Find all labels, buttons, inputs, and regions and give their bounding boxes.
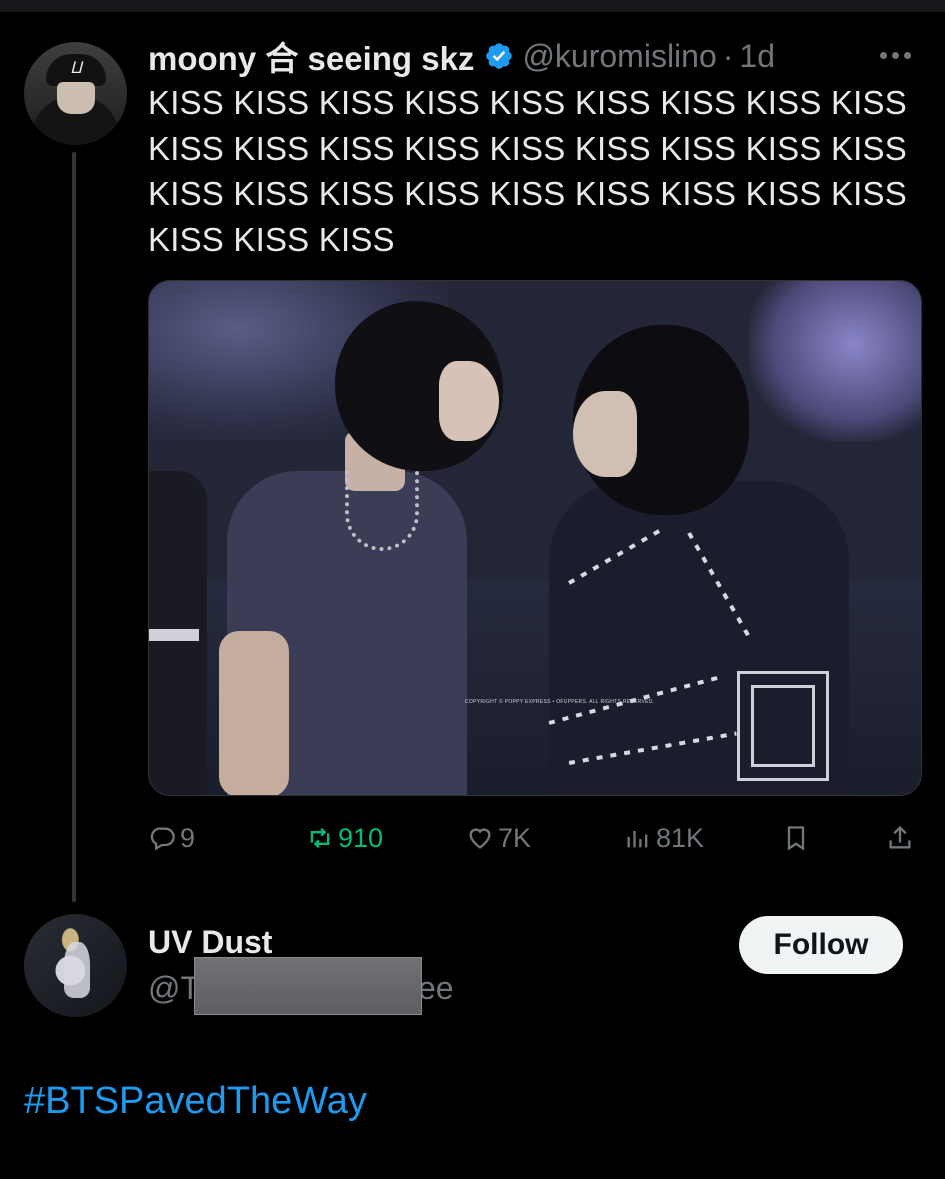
jacket-stripe	[149, 629, 199, 641]
tweet-actions-bar: 9 910 7K 81K	[148, 818, 928, 858]
reply-count: 9	[180, 822, 196, 853]
media-watermark: COPYRIGHT © POPPY EXPRESS • OFUPPERS. AL…	[465, 699, 655, 705]
tweet-text: KISS KISS KISS KISS KISS KISS KISS KISS …	[148, 84, 907, 258]
person-left-arm	[219, 631, 289, 795]
suggested-user-handle-start[interactable]: @T	[148, 970, 200, 1007]
bookmark-icon	[787, 826, 805, 851]
reply-button[interactable]: 9	[148, 818, 195, 858]
hashtag-link[interactable]: #BTSPavedTheWay	[24, 1080, 367, 1123]
views-button[interactable]: 81K	[624, 818, 704, 858]
share-icon	[889, 825, 911, 849]
handle-redaction-box	[194, 957, 422, 1015]
jacket-emblem-inner	[751, 685, 815, 767]
top-divider	[0, 0, 945, 12]
more-options-icon[interactable]	[880, 40, 920, 70]
like-button[interactable]: 7K	[466, 818, 531, 858]
views-chart-icon	[627, 831, 648, 848]
suggested-user-avatar[interactable]	[24, 914, 127, 1017]
heart-icon	[469, 828, 491, 849]
person-right-face	[573, 391, 637, 477]
tweet-timestamp[interactable]: 1d	[739, 38, 775, 75]
stage-light-right	[749, 281, 921, 441]
like-count: 7K	[498, 822, 532, 853]
retweet-count: 910	[338, 822, 384, 853]
follow-button[interactable]: Follow	[739, 916, 903, 974]
reply-icon	[150, 827, 175, 851]
verified-badge-icon	[486, 43, 513, 69]
bookmark-button[interactable]	[782, 818, 814, 858]
author-handle[interactable]: @kuromislino	[522, 38, 716, 75]
tweet-media-image[interactable]: COPYRIGHT © POPPY EXPRESS • OFUPPERS. AL…	[148, 280, 922, 796]
header-separator: ·	[722, 37, 734, 74]
retweet-button[interactable]: 910	[306, 818, 383, 858]
thread-connector-line	[72, 152, 76, 902]
necklace-chain	[345, 471, 419, 551]
tweet-header: moony 合 seeing skz @kuromislino · 1d	[148, 34, 848, 78]
view-count: 81K	[656, 822, 705, 853]
author-avatar[interactable]: ⨿	[24, 42, 127, 145]
suggested-user-handle-end: ee	[418, 970, 454, 1006]
share-button[interactable]	[886, 818, 918, 858]
avatar-figure	[64, 942, 90, 998]
author-name[interactable]: moony 合 seeing skz	[148, 32, 474, 80]
retweet-icon	[310, 827, 330, 849]
person-left-face	[439, 361, 499, 441]
suggested-user-name[interactable]: UV Dust	[148, 924, 272, 961]
face-graphic	[57, 82, 95, 114]
cap-logo-icon: ⨿	[70, 58, 82, 77]
